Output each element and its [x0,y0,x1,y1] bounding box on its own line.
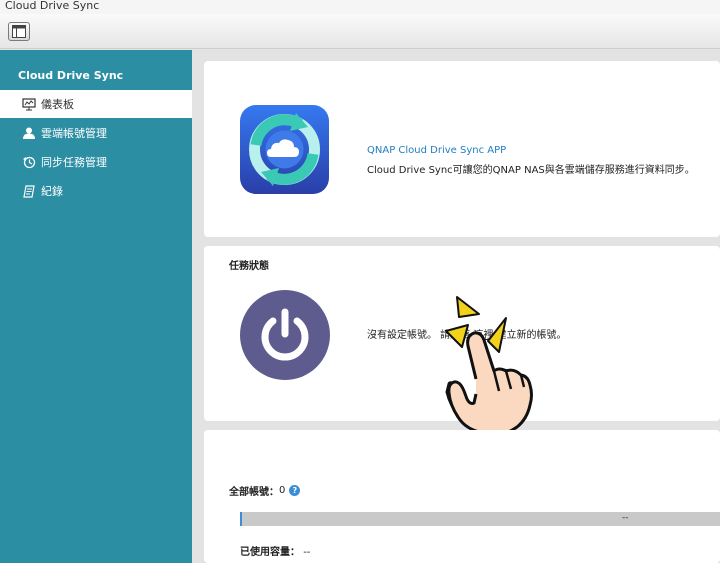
sidebar-item-dashboard[interactable]: 儀表板 [0,90,192,118]
power-icon [240,290,330,380]
cloud-sync-app-icon [240,105,329,194]
app-info-card: QNAP Cloud Drive Sync APP Cloud Drive Sy… [204,61,720,237]
sidebar-item-label: 儀表板 [41,98,74,111]
accounts-card: 全部帳號： 0 ? -- 已使用容量： -- [204,430,720,563]
sidebar-title: Cloud Drive Sync [18,69,124,82]
used-capacity-value: -- [303,547,311,558]
task-status-title: 任務狀態 [229,261,269,272]
used-capacity: 已使用容量： -- [240,543,310,558]
total-accounts: 全部帳號： 0 ? [229,483,301,498]
app-name: QNAP Cloud Drive Sync APP [367,145,507,156]
used-capacity-label: 已使用容量： [240,547,300,558]
toolbar [0,14,720,49]
sidebar-item-label: 同步任務管理 [41,156,107,169]
total-accounts-label: 全部帳號： [229,487,279,498]
help-icon[interactable]: ? [289,485,301,496]
sidebar-item-label: 紀錄 [41,185,63,198]
sidebar: Cloud Drive Sync 儀表板 雲端帳號管理 同步任務管理 紀錄 [0,50,192,563]
sidebar-item-sync-tasks[interactable]: 同步任務管理 [0,148,192,176]
usage-bar-value: -- [622,513,629,523]
task-status-card: 任務狀態 沒有設定帳號。 請點擊 這裡 建立新的帳號。 [204,246,720,437]
user-icon [22,126,36,140]
history-icon [22,155,36,169]
total-accounts-value: 0 [279,485,286,496]
sidebar-item-label: 雲端帳號管理 [41,127,107,140]
toggle-sidebar-button[interactable] [8,22,30,41]
sidebar-item-cloud-accounts[interactable]: 雲端帳號管理 [0,119,192,147]
log-icon [22,184,36,198]
panel-icon [12,25,26,38]
usage-bar: -- [240,512,720,526]
sidebar-item-logs[interactable]: 紀錄 [0,177,192,205]
main-content: QNAP Cloud Drive Sync APP Cloud Drive Sy… [192,50,720,563]
dashboard-icon [22,97,36,111]
window-title: Cloud Drive Sync [0,0,720,14]
app-description: Cloud Drive Sync可讓您的QNAP NAS與各雲端儲存服務進行資料… [367,165,695,176]
